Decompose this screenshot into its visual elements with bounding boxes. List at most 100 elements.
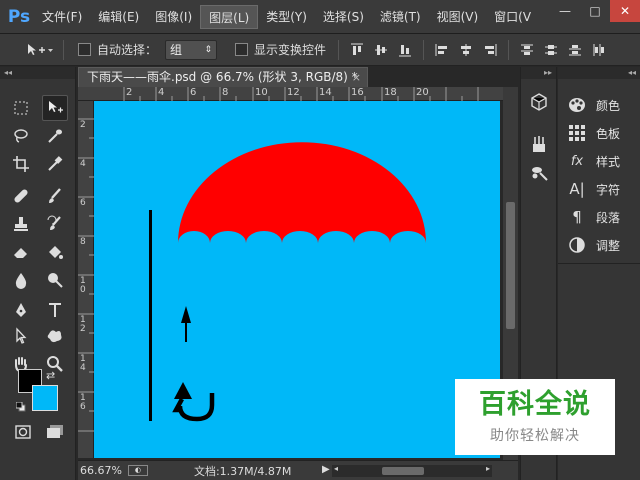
distribute-bottom-icon[interactable] <box>566 41 584 59</box>
show-transform-checkbox[interactable] <box>235 43 249 56</box>
scroll-left-icon[interactable]: ◂ <box>334 464 338 473</box>
screen-mode-icon[interactable] <box>42 419 68 445</box>
panel-swatches[interactable]: 色板 <box>558 119 640 147</box>
blur-tool-icon[interactable] <box>8 267 34 293</box>
type-tool-icon[interactable] <box>42 297 68 323</box>
panel-collapse-icon[interactable]: ◂◂ <box>0 67 75 79</box>
menu-filter[interactable]: 滤镜(T) <box>372 5 429 29</box>
tools-panel: ◂◂ ⇄ <box>0 67 76 480</box>
paragraph-icon: ¶ <box>572 208 582 226</box>
distribute-left-icon[interactable] <box>590 41 608 59</box>
panel-adjustments-label: 调整 <box>596 238 621 253</box>
menu-type[interactable]: 类型(Y) <box>258 5 315 29</box>
pen-tool-icon[interactable] <box>8 297 34 323</box>
swap-colors-icon[interactable]: ⇄ <box>46 369 60 383</box>
horizontal-scroll-thumb[interactable] <box>382 467 424 475</box>
tab-close-icon[interactable]: × <box>352 68 361 87</box>
maximize-button[interactable]: □ <box>580 0 610 22</box>
align-top-icon[interactable] <box>348 41 366 59</box>
auto-select-dropdown[interactable]: 组 ⇕ <box>165 39 218 60</box>
align-left-icon[interactable] <box>433 41 451 59</box>
quick-selection-tool-icon[interactable] <box>42 123 68 149</box>
zoom-level[interactable]: 66.67% <box>80 464 122 477</box>
custom-shape-tool-icon[interactable] <box>42 323 68 349</box>
dock-collapse-icon[interactable]: ▸▸ <box>521 67 556 79</box>
marquee-tool-icon[interactable] <box>8 95 34 121</box>
menu-window[interactable]: 窗口(V <box>486 5 539 29</box>
ruler-top-label: 10 <box>255 87 268 98</box>
align-hcenter-icon[interactable] <box>457 41 475 59</box>
document-canvas[interactable] <box>94 101 500 458</box>
ruler-left-label: 1 6 <box>80 393 86 412</box>
ruler-left-label: 4 <box>80 159 86 169</box>
eraser-tool-icon[interactable] <box>8 239 34 265</box>
ruler-top-label: 18 <box>384 87 397 98</box>
panel-paragraph-label: 段落 <box>596 210 621 225</box>
align-right-icon[interactable] <box>481 41 499 59</box>
document-tab[interactable]: 下雨天——雨伞.psd @ 66.7% (形状 3, RGB/8) * × <box>78 67 368 87</box>
status-menu-arrow-icon[interactable]: ▶ <box>322 464 330 475</box>
small-arrow-shape <box>181 306 191 342</box>
brush-tool-icon[interactable] <box>42 183 68 209</box>
quick-mask-icon[interactable] <box>10 419 36 445</box>
ruler-left-label: 2 <box>80 120 86 130</box>
menu-file[interactable]: 文件(F) <box>34 5 90 29</box>
close-button[interactable]: ✕ <box>610 0 640 22</box>
clone-stamp-tool-icon[interactable] <box>8 211 34 237</box>
menu-edit[interactable]: 编辑(E) <box>90 5 147 29</box>
canvas-artwork <box>149 142 426 422</box>
panel-styles[interactable]: fx 样式 <box>558 147 640 175</box>
horizontal-scrollbar[interactable]: ◂ ▸ <box>332 464 492 477</box>
panel-character[interactable]: A| 字符 <box>558 175 640 203</box>
dodge-tool-icon[interactable] <box>42 267 68 293</box>
menu-view[interactable]: 视图(V) <box>429 5 487 29</box>
document-info: 文档:1.37M/4.87M <box>193 464 292 478</box>
path-selection-tool-icon[interactable] <box>8 323 34 349</box>
move-tool-icon[interactable] <box>42 95 68 121</box>
eyedropper-tool-icon[interactable] <box>42 151 68 177</box>
panel-color-label: 颜色 <box>596 98 621 113</box>
crop-tool-icon[interactable] <box>8 151 34 177</box>
background-color-swatch[interactable] <box>32 385 58 411</box>
paint-bucket-tool-icon[interactable] <box>42 239 68 265</box>
ruler-top: 2 4 6 8 10 12 14 16 18 20 <box>78 87 503 101</box>
swatches-icon <box>568 124 586 142</box>
panel-adjustments[interactable]: 调整 <box>558 231 640 259</box>
status-options-icon[interactable]: ◐ <box>127 465 148 476</box>
status-bar: 66.67% ◐ 文档:1.37M/4.87M ▶ ◂ ▸ <box>78 460 518 480</box>
history-brush-tool-icon[interactable] <box>42 211 68 237</box>
default-colors-icon[interactable] <box>15 401 26 412</box>
document-title: 下雨天——雨伞.psd @ 66.7% (形状 3, RGB/8) * <box>87 70 358 84</box>
3d-panel-icon[interactable] <box>530 93 548 114</box>
minimize-button[interactable]: — <box>550 0 580 22</box>
distribute-top-icon[interactable] <box>518 41 536 59</box>
move-tool-preset-icon[interactable] <box>24 41 54 59</box>
menu-layer[interactable]: 图层(L) <box>200 4 259 29</box>
lasso-tool-icon[interactable] <box>8 123 34 149</box>
menu-select[interactable]: 选择(S) <box>315 5 372 29</box>
panel-color[interactable]: 颜色 <box>558 91 640 119</box>
brush-presets-icon[interactable] <box>530 163 548 184</box>
app-logo: Ps <box>7 6 31 27</box>
watermark-subtitle: 助你轻松解决 <box>490 428 580 444</box>
menu-bar: Ps 文件(F) 编辑(E) 图像(I) 图层(L) 类型(Y) 选择(S) 滤… <box>0 0 640 34</box>
dock-divider <box>558 263 640 264</box>
tool-presets-icon[interactable] <box>530 135 548 156</box>
styles-icon: fx <box>570 153 584 169</box>
align-bottom-icon[interactable] <box>396 41 414 59</box>
menu-image[interactable]: 图像(I) <box>147 5 200 29</box>
panel-paragraph[interactable]: ¶ 段落 <box>558 203 640 231</box>
distribute-vcenter-icon[interactable] <box>542 41 560 59</box>
ruler-left-label: 6 <box>80 198 86 208</box>
auto-select-checkbox[interactable] <box>78 43 91 56</box>
ruler-left-label: 1 0 <box>80 276 86 295</box>
separator <box>63 39 64 60</box>
ruler-top-label: 20 <box>416 87 429 98</box>
scroll-right-icon[interactable]: ▸ <box>486 464 490 473</box>
separator <box>423 39 425 60</box>
auto-select-value: 组 <box>170 43 183 57</box>
dock-collapse-icon[interactable]: ◂◂ <box>558 67 640 79</box>
vertical-scroll-thumb[interactable] <box>506 202 515 329</box>
healing-brush-tool-icon[interactable] <box>8 183 34 209</box>
align-vcenter-icon[interactable] <box>372 41 390 59</box>
